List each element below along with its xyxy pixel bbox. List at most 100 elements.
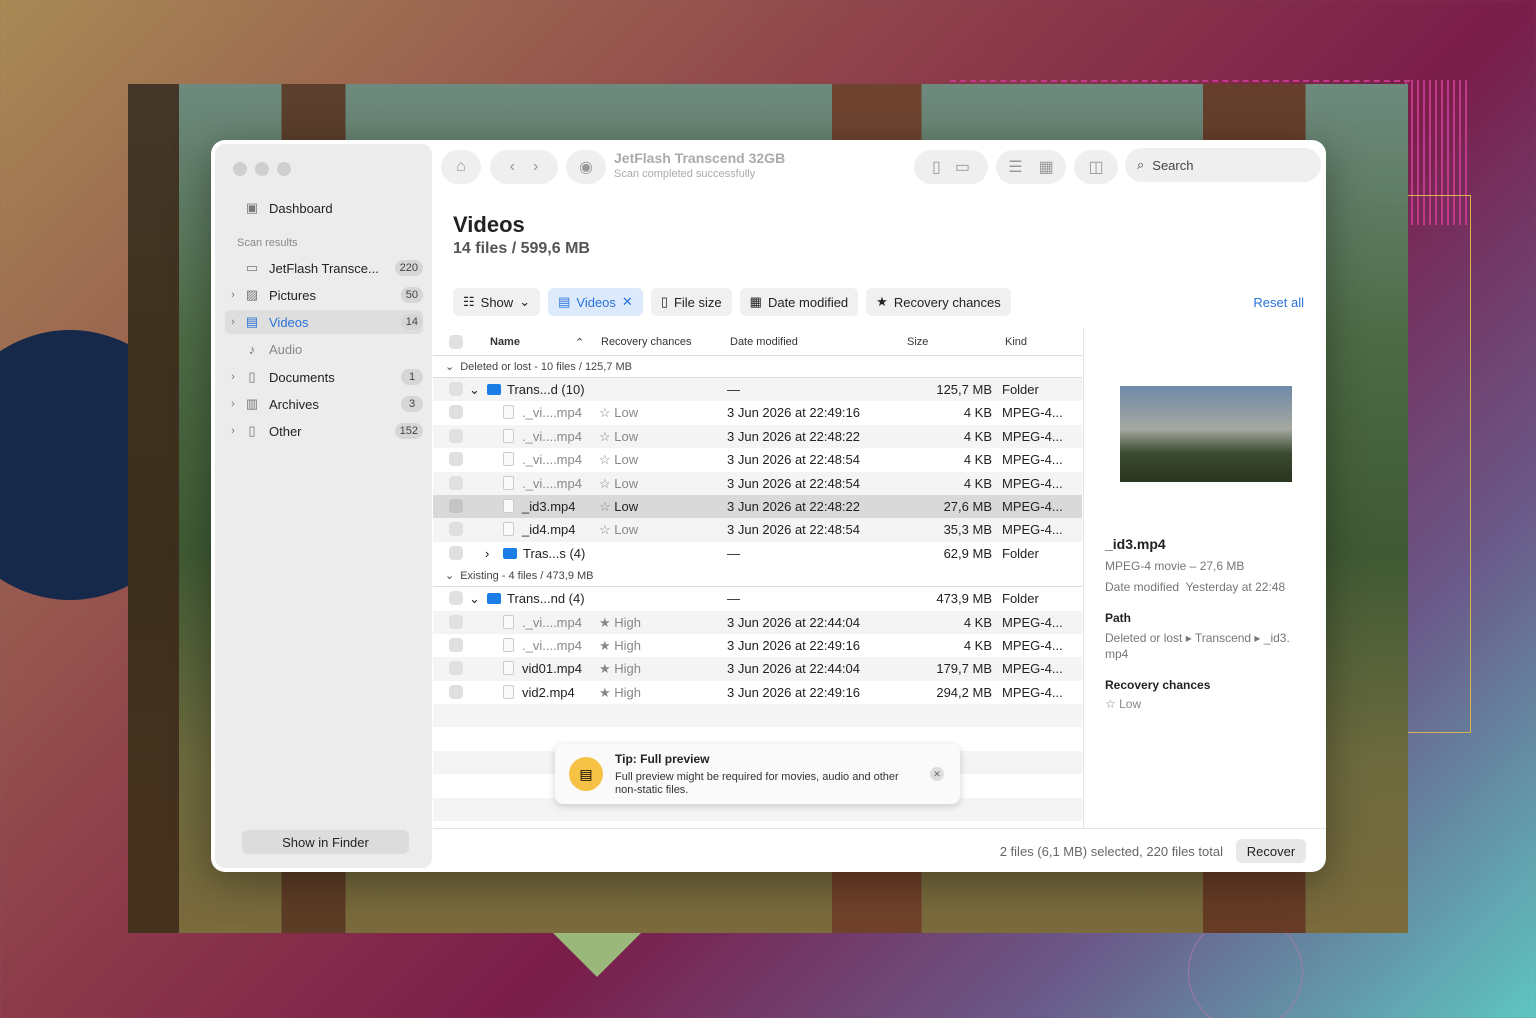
row-checkbox[interactable] — [449, 614, 463, 629]
table-row[interactable]: ._vi....mp4 ★ High 3 Jun 2026 at 22:44:0… — [433, 610, 1082, 634]
kind-cell: MPEG-4... — [1002, 637, 1063, 653]
chance-label: Low — [614, 475, 639, 491]
home-button[interactable]: ⌂ — [441, 150, 481, 184]
folder-icon[interactable]: ▭ — [955, 157, 970, 177]
grid-view-icon[interactable]: ▦ — [1039, 157, 1054, 177]
group-header-existing[interactable]: ⌄ Existing - 4 files / 473,9 MB — [433, 565, 1082, 588]
row-checkbox[interactable] — [449, 591, 463, 606]
kind-cell: MPEG-4... — [1002, 522, 1063, 538]
star-filled-icon: ★ — [599, 614, 611, 630]
select-all-checkbox[interactable] — [449, 335, 463, 349]
chevron-right-icon[interactable]: › — [485, 546, 489, 561]
sidebar-item-documents[interactable]: › ▯ Documents 1 — [225, 365, 423, 389]
table-row[interactable]: ._vi....mp4 ☆ Low 3 Jun 2026 at 22:49:16… — [433, 401, 1082, 424]
preview-panel-button[interactable]: ◫ — [1074, 150, 1118, 184]
size-cell: 4 KB — [963, 428, 992, 444]
group-header-deleted[interactable]: ⌄ Deleted or lost - 10 files / 125,7 MB — [433, 356, 1082, 378]
sidebar-item-videos[interactable]: › ▤ Videos 14 — [225, 310, 423, 334]
calendar-icon: ▦ — [749, 294, 762, 309]
chevron-right-icon[interactable]: › — [225, 289, 241, 301]
recover-button[interactable]: Recover — [1236, 839, 1306, 863]
kind-cell: MPEG-4... — [1002, 614, 1063, 630]
row-checkbox[interactable] — [449, 522, 463, 537]
row-checkbox[interactable] — [449, 428, 463, 443]
column-kind[interactable]: Kind — [1005, 336, 1027, 348]
chevron-down-icon[interactable]: ⌄ — [469, 591, 480, 607]
filter-bar: ☷ Show ⌄ ▤ Videos ✕ ▯ File size ▦ Date m… — [453, 288, 1011, 316]
table-row[interactable]: ⌄ Trans...d (10) — 125,7 MB Folder — [433, 378, 1082, 402]
file-icon — [503, 614, 514, 629]
column-recovery-chances[interactable]: Recovery chances — [601, 336, 692, 348]
sidebar-item-audio[interactable]: ♪ Audio — [225, 337, 423, 361]
date-modified-filter-button[interactable]: ▦ Date modified — [739, 288, 859, 316]
table-row[interactable]: › Tras...s (4) — 62,9 MB Folder — [433, 542, 1082, 565]
chevron-right-icon[interactable]: › — [225, 425, 241, 437]
device-button[interactable]: ◉ — [566, 150, 606, 184]
chevron-right-icon[interactable]: › — [225, 371, 241, 383]
reset-all-link[interactable]: Reset all — [1253, 295, 1304, 310]
table-row[interactable]: ._vi....mp4 ☆ Low 3 Jun 2026 at 22:48:54… — [433, 448, 1082, 471]
list-view-icon[interactable]: ☰ — [1008, 157, 1022, 177]
file-name: _id4.mp4 — [522, 522, 576, 538]
column-name[interactable]: Name — [490, 336, 520, 348]
row-checkbox[interactable] — [449, 637, 463, 652]
table-row[interactable]: ._vi....mp4 ☆ Low 3 Jun 2026 at 22:48:22… — [433, 424, 1082, 449]
table-row[interactable]: vid2.mp4 ★ High 3 Jun 2026 at 22:49:16 2… — [433, 681, 1082, 704]
row-checkbox[interactable] — [449, 661, 463, 676]
row-checkbox[interactable] — [449, 382, 463, 396]
row-checkbox[interactable] — [449, 452, 463, 467]
row-checkbox[interactable] — [449, 498, 463, 513]
recovery-chances-filter-button[interactable]: ★ Recovery chances — [866, 288, 1011, 316]
close-window-button[interactable] — [233, 162, 247, 176]
row-checkbox[interactable] — [449, 475, 463, 490]
chevron-right-icon[interactable]: › — [225, 316, 241, 328]
chevron-right-icon[interactable]: › — [225, 398, 241, 410]
star-outline-icon: ☆ — [1105, 697, 1116, 711]
file-name: Trans...d (10) — [507, 382, 585, 397]
zoom-window-button[interactable] — [277, 162, 291, 176]
sidebar-item-dashboard[interactable]: ▣ Dashboard — [225, 196, 423, 220]
video-thumbnail[interactable] — [1120, 386, 1292, 482]
sidebar-item-archives[interactable]: › ▥ Archives 3 — [225, 392, 423, 416]
picture-icon: ▨ — [245, 287, 259, 302]
device-status: Scan completed successfully — [614, 168, 756, 180]
chance-label: High — [614, 637, 642, 653]
file-icon[interactable]: ▯ — [932, 157, 941, 177]
empty-row — [433, 704, 1082, 728]
row-checkbox[interactable] — [449, 545, 463, 560]
sidebar-item-pictures[interactable]: › ▨ Pictures 50 — [225, 283, 423, 307]
close-icon[interactable]: ✕ — [930, 767, 944, 781]
file-name: ._vi....mp4 — [522, 475, 582, 491]
minimize-window-button[interactable] — [255, 162, 269, 176]
sidebar-item-other[interactable]: › ▯ Other 152 — [225, 419, 423, 443]
table-row[interactable]: ._vi....mp4 ★ High 3 Jun 2026 at 22:49:1… — [433, 634, 1082, 657]
sidebar-item-drive[interactable]: ▭ JetFlash Transce... 220 — [225, 256, 423, 280]
table-row[interactable]: ._vi....mp4 ☆ Low 3 Jun 2026 at 22:48:54… — [433, 471, 1082, 495]
forward-arrow-icon[interactable]: › — [533, 158, 538, 176]
back-arrow-icon[interactable]: ‹ — [510, 158, 515, 176]
table-row[interactable]: ⌄ Trans...nd (4) — 473,9 MB Folder — [433, 587, 1082, 610]
date-cell: 3 Jun 2026 at 22:49:16 — [727, 637, 861, 653]
sidebar-item-label: Videos — [269, 314, 309, 330]
table-row[interactable]: vid01.mp4 ★ High 3 Jun 2026 at 22:44:04 … — [433, 657, 1082, 681]
row-checkbox[interactable] — [449, 405, 463, 420]
row-checkbox[interactable] — [449, 684, 463, 699]
column-date-modified[interactable]: Date modified — [730, 336, 798, 348]
search-input[interactable]: ⌕ Search — [1125, 148, 1321, 182]
table-row[interactable]: _id4.mp4 ☆ Low 3 Jun 2026 at 22:48:54 35… — [433, 518, 1082, 542]
show-filter-button[interactable]: ☷ Show ⌄ — [453, 288, 541, 316]
size-cell: 4 KB — [963, 475, 992, 491]
tip-line2: non-static files. — [615, 784, 689, 796]
nav-buttons: ‹ › — [490, 150, 558, 184]
kind-cell: MPEG-4... — [1002, 661, 1063, 677]
show-in-finder-button[interactable]: Show in Finder — [242, 830, 409, 854]
column-size[interactable]: Size — [907, 336, 928, 348]
film-icon: ▤ — [558, 294, 571, 309]
close-icon[interactable]: ✕ — [622, 294, 633, 310]
file-size-filter-button[interactable]: ▯ File size — [650, 288, 732, 316]
size-cell: 4 KB — [963, 614, 992, 630]
page-subtitle: 14 files / 599,6 MB — [453, 240, 590, 257]
table-row-selected[interactable]: _id3.mp4 ☆ Low 3 Jun 2026 at 22:48:22 27… — [433, 494, 1082, 519]
videos-filter-chip[interactable]: ▤ Videos ✕ — [548, 288, 643, 316]
chevron-down-icon[interactable]: ⌄ — [469, 382, 480, 398]
